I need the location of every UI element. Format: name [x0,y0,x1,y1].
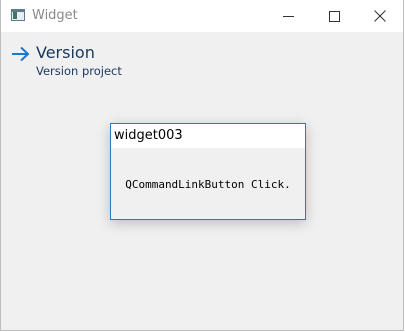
maximize-icon [328,10,340,22]
title-bar[interactable]: Widget [1,0,403,32]
maximize-button[interactable] [311,0,357,32]
minimize-icon [282,15,294,17]
close-icon [374,10,386,22]
minimize-button[interactable] [265,0,311,32]
message-dialog: widget003 QCommandLinkButton Click. [110,123,306,220]
command-link-title: Version [36,43,95,62]
command-link-description: Version project [36,64,122,78]
main-window: Widget Version Version project widget003… [0,0,404,331]
dialog-message: QCommandLinkButton Click. [125,178,291,191]
window-title: Widget [32,8,78,23]
version-command-link-button[interactable]: Version Version project [7,42,207,84]
dialog-title: widget003 [114,128,183,143]
dialog-title-bar[interactable]: widget003 [111,124,305,148]
app-window-icon [11,9,25,21]
close-button[interactable] [357,0,403,32]
arrow-right-icon [12,46,30,62]
